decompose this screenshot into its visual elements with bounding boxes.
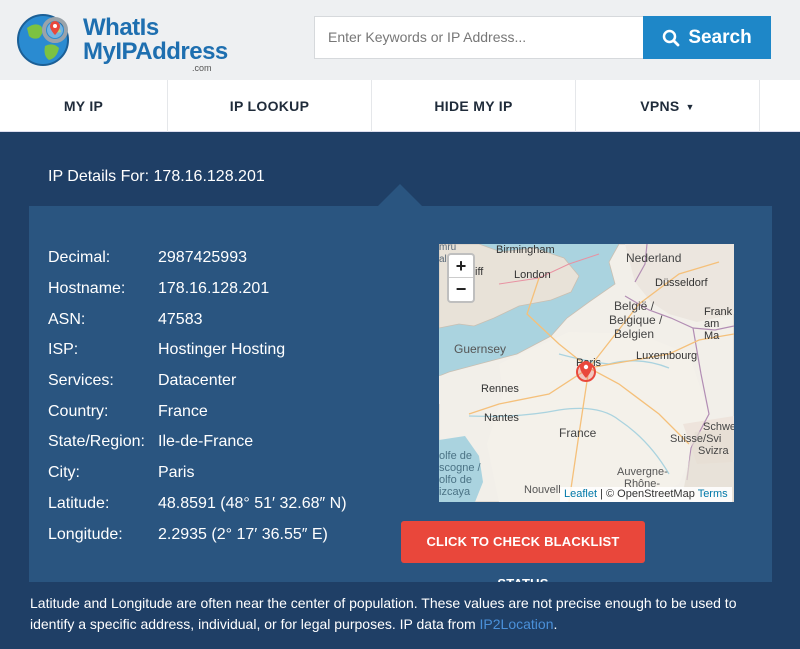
map-label-schweiz-1: Schwe bbox=[703, 421, 734, 433]
map-label-nederland: Nederland bbox=[626, 251, 682, 265]
disclaimer-text: Latitude and Longitude are often near th… bbox=[30, 593, 780, 635]
map-label-belgique-1: België / bbox=[614, 299, 655, 313]
nav-label: MY IP bbox=[63, 98, 104, 114]
zoom-out-button[interactable]: − bbox=[449, 278, 473, 301]
search-button-label: Search bbox=[688, 26, 752, 48]
map-attribution: Leaflet | © OpenStreetMap Terms bbox=[560, 487, 732, 502]
map-label-nantes: Nantes bbox=[484, 412, 519, 424]
nav-item-my-ip[interactable]: MY IP bbox=[0, 80, 168, 132]
map-label-iff: iff bbox=[475, 266, 484, 278]
panel-pointer bbox=[378, 184, 422, 206]
detail-value: Ile-de-France bbox=[158, 433, 254, 450]
map-label-belgique-2: Belgique / bbox=[609, 313, 663, 327]
site-logo[interactable]: WhatIs MyIPAddress .com bbox=[15, 8, 228, 74]
zoom-in-button[interactable]: + bbox=[449, 255, 473, 278]
detail-value: 2.2935 (2° 17′ 36.55″ E) bbox=[158, 526, 328, 543]
search-input[interactable]: Enter Keywords or IP Address... bbox=[314, 16, 644, 59]
detail-value: Datacenter bbox=[158, 372, 237, 389]
detail-value: France bbox=[158, 403, 208, 420]
map-marker-icon[interactable] bbox=[576, 359, 596, 385]
detail-value: 178.16.128.201 bbox=[158, 280, 270, 297]
map-label-guernsey: Guernsey bbox=[454, 342, 507, 356]
detail-value: Hostinger Hosting bbox=[158, 341, 286, 358]
detail-key: Country: bbox=[48, 403, 109, 420]
map-label-golfe-1: olfe de bbox=[439, 450, 473, 462]
map-label-cymru: mru bbox=[439, 244, 457, 253]
map-label-frank-2: am Ma bbox=[704, 318, 720, 342]
map-label-golfe-3: olfo de bbox=[439, 474, 473, 486]
map-label-schweiz-2: Suisse/Svi bbox=[670, 433, 722, 445]
detail-key: State/Region: bbox=[48, 433, 145, 450]
nav-label: IP LOOKUP bbox=[229, 98, 310, 114]
nav-item-vpns[interactable]: VPNS ▼ bbox=[576, 80, 760, 132]
attribution-text: | © OpenStreetMap bbox=[600, 488, 695, 500]
nav-label: VPNS bbox=[640, 98, 680, 114]
search-icon bbox=[663, 29, 680, 46]
search-button[interactable]: Search bbox=[643, 16, 771, 59]
logo-line-2: MyIPAddress bbox=[83, 38, 228, 65]
nav-label: HIDE MY IP bbox=[434, 98, 513, 114]
terms-link[interactable]: Terms bbox=[698, 488, 728, 500]
ip-details-heading: IP Details For: 178.16.128.201 bbox=[48, 168, 265, 185]
map-label-dusseldorf: Düsseldorf bbox=[655, 277, 708, 289]
logo-line-1: WhatIs bbox=[83, 14, 159, 41]
map-label-birmingham: Birmingham bbox=[496, 244, 555, 256]
detail-key: ISP: bbox=[48, 341, 79, 358]
map-zoom-control: + − bbox=[447, 253, 475, 303]
detail-key: Services: bbox=[48, 372, 114, 389]
map-label-belgique-3: Belgien bbox=[614, 327, 655, 341]
site-header: WhatIs MyIPAddress .com Enter Keywords o… bbox=[0, 0, 800, 80]
detail-value: 48.8591 (48° 51′ 32.68″ N) bbox=[158, 495, 347, 512]
disclaimer-body: Latitude and Longitude are often near th… bbox=[30, 595, 737, 632]
detail-key: Latitude: bbox=[48, 495, 110, 512]
detail-value: 47583 bbox=[158, 311, 203, 328]
location-map[interactable]: mru ales iff Birmingham London Nederland… bbox=[439, 244, 734, 502]
detail-key: Longitude: bbox=[48, 526, 123, 543]
map-label-luxembourg: Luxembourg bbox=[636, 350, 698, 362]
detail-value: 2987425993 bbox=[158, 249, 247, 266]
map-label-france: France bbox=[559, 426, 597, 440]
leaflet-link[interactable]: Leaflet bbox=[564, 488, 597, 500]
logo-wordmark: WhatIs MyIPAddress bbox=[83, 16, 228, 64]
map-label-golfe-2: scogne / bbox=[439, 462, 481, 474]
detail-key: Decimal: bbox=[48, 249, 111, 266]
map-label-golfe-4: izcaya bbox=[439, 486, 471, 498]
nav-item-ip-lookup[interactable]: IP LOOKUP bbox=[168, 80, 372, 132]
map-label-frank-1: Frank bbox=[704, 306, 733, 318]
detail-key: City: bbox=[48, 464, 80, 481]
map-label-auvergne-1: Auvergne- bbox=[617, 466, 668, 478]
main-nav: MY IP IP LOOKUP HIDE MY IP VPNS ▼ bbox=[0, 80, 800, 132]
disclaimer-end: . bbox=[553, 616, 558, 632]
check-blacklist-button[interactable]: CLICK TO CHECK BLACKLIST STATUS bbox=[401, 521, 645, 591]
ip2location-link[interactable]: IP2Location bbox=[480, 616, 554, 632]
globe-magnifier-icon bbox=[17, 14, 69, 66]
map-label-schweiz-3: Svizra bbox=[698, 445, 729, 457]
detail-key: Hostname: bbox=[48, 280, 126, 297]
logo-suffix: .com bbox=[192, 63, 212, 73]
detail-value: Paris bbox=[158, 464, 195, 481]
map-label-london: London bbox=[514, 269, 551, 281]
detail-key: ASN: bbox=[48, 311, 86, 328]
map-label-nouvell: Nouvell bbox=[524, 484, 561, 496]
caret-down-icon: ▼ bbox=[685, 102, 695, 113]
map-label-rennes: Rennes bbox=[481, 383, 519, 395]
nav-item-hide-my-ip[interactable]: HIDE MY IP bbox=[372, 80, 576, 132]
